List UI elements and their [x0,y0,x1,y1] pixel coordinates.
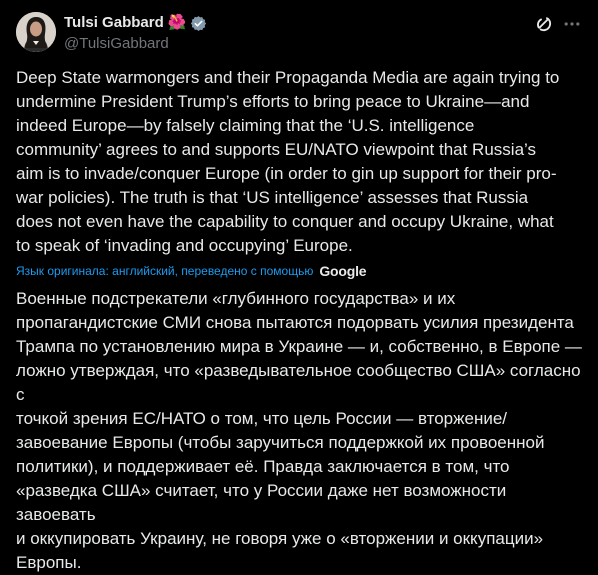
author-block: Tulsi Gabbard 🌺 @TulsiGabbard [64,13,207,54]
google-logo: Google [319,263,367,279]
author-name-row: Tulsi Gabbard 🌺 [64,13,207,33]
translation-note-link[interactable]: Язык оригинала: английский, переведено с… [16,264,313,278]
author-handle[interactable]: @TulsiGabbard [64,34,207,54]
hibiscus-flower-icon: 🌺 [167,14,187,31]
tweet-card: Tulsi Gabbard 🌺 @TulsiGabbard Deep State… [0,0,598,572]
translation-attribution: Язык оригинала: английский, переведено с… [16,262,367,280]
verified-badge-icon[interactable] [190,15,207,32]
translated-text: Военные подстрекатели «глубинного госуда… [16,289,582,572]
grok-icon[interactable] [533,13,555,35]
avatar-photo [16,12,56,52]
display-name[interactable]: Tulsi Gabbard [64,13,164,33]
tweet-text: Deep State warmongers and their Propagan… [16,68,560,255]
more-horizontal-icon[interactable] [561,13,583,35]
avatar[interactable] [16,12,56,52]
